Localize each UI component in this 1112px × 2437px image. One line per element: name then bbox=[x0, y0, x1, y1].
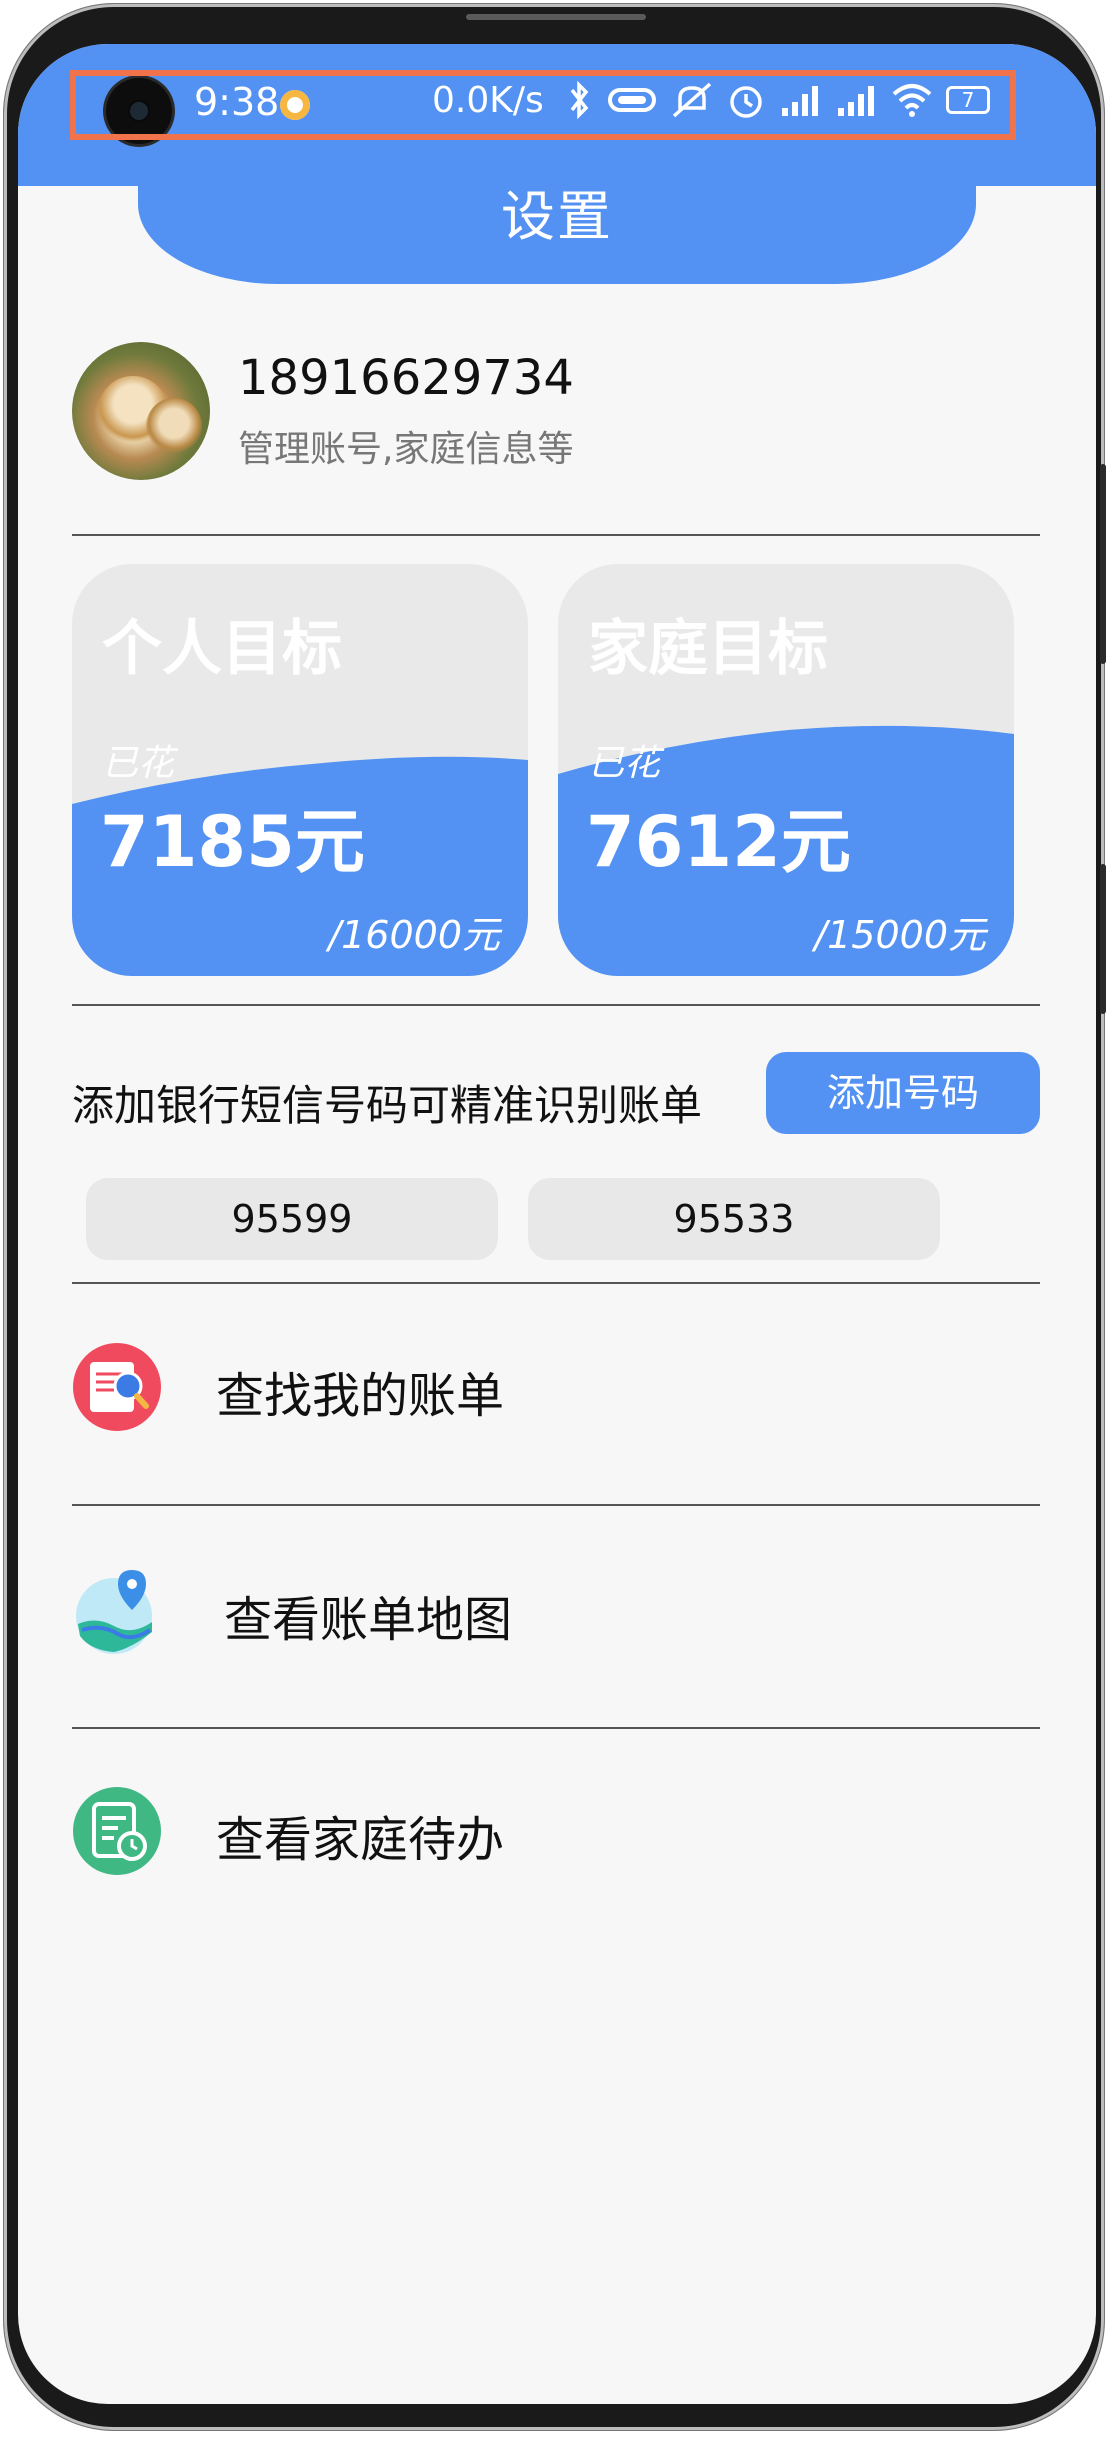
map-pin-icon bbox=[76, 1570, 152, 1654]
goal-title: 个人目标 bbox=[102, 614, 342, 684]
menu-item-family-todo[interactable]: 查看家庭待办 bbox=[72, 1764, 1040, 1904]
app-screen: 设置 9:38 0.0K/s 7 18916629734 管理账号,家庭信息等 bbox=[18, 44, 1096, 2404]
goal-spent-label: 已花 bbox=[102, 743, 175, 784]
personal-goal-card[interactable]: 个人目标 已花 7185元 /16000元 bbox=[72, 564, 528, 976]
profile-subtitle[interactable]: 管理账号,家庭信息等 bbox=[238, 420, 573, 472]
profile-phone[interactable]: 18916629734 bbox=[238, 350, 574, 406]
bank-sms-hint: 添加银行短信号码可精准识别账单 bbox=[72, 1081, 703, 1130]
power-button bbox=[1100, 864, 1106, 1014]
page-title: 设置 bbox=[501, 185, 613, 248]
goal-spent-amount: 7185元 bbox=[100, 801, 365, 883]
goal-spent-amount: 7612元 bbox=[586, 801, 851, 883]
goal-spent-label: 已花 bbox=[588, 743, 661, 784]
family-goal-card[interactable]: 家庭目标 已花 7612元 /15000元 bbox=[558, 564, 1014, 976]
divider bbox=[72, 1504, 1040, 1506]
divider bbox=[72, 534, 1040, 536]
todo-clock-icon bbox=[73, 1787, 161, 1875]
add-number-button[interactable]: 添加号码 bbox=[766, 1052, 1040, 1134]
menu-item-label: 查看家庭待办 bbox=[216, 1812, 505, 1868]
menu-item-find-bills[interactable]: 查找我的账单 bbox=[72, 1320, 1040, 1460]
avatar[interactable] bbox=[72, 342, 210, 480]
volume-button bbox=[1100, 464, 1106, 664]
divider bbox=[72, 1727, 1040, 1729]
status-bar-highlight bbox=[70, 70, 1016, 140]
divider bbox=[72, 1282, 1040, 1284]
goal-total-amount: /16000元 bbox=[328, 913, 500, 957]
menu-item-bill-map[interactable]: 查看账单地图 bbox=[72, 1544, 1040, 1684]
speaker-grille bbox=[466, 14, 646, 20]
bank-number-chip[interactable]: 95599 bbox=[86, 1178, 498, 1260]
goal-total-amount: /15000元 bbox=[814, 913, 986, 957]
menu-item-label: 查看账单地图 bbox=[224, 1592, 513, 1648]
divider bbox=[72, 1004, 1040, 1006]
phone-frame: 设置 9:38 0.0K/s 7 18916629734 管理账号,家庭信息等 bbox=[4, 4, 1106, 2430]
bill-search-icon bbox=[73, 1343, 161, 1431]
goal-title: 家庭目标 bbox=[588, 614, 828, 684]
menu-item-label: 查找我的账单 bbox=[216, 1368, 505, 1424]
bank-number-chip[interactable]: 95533 bbox=[528, 1178, 940, 1260]
